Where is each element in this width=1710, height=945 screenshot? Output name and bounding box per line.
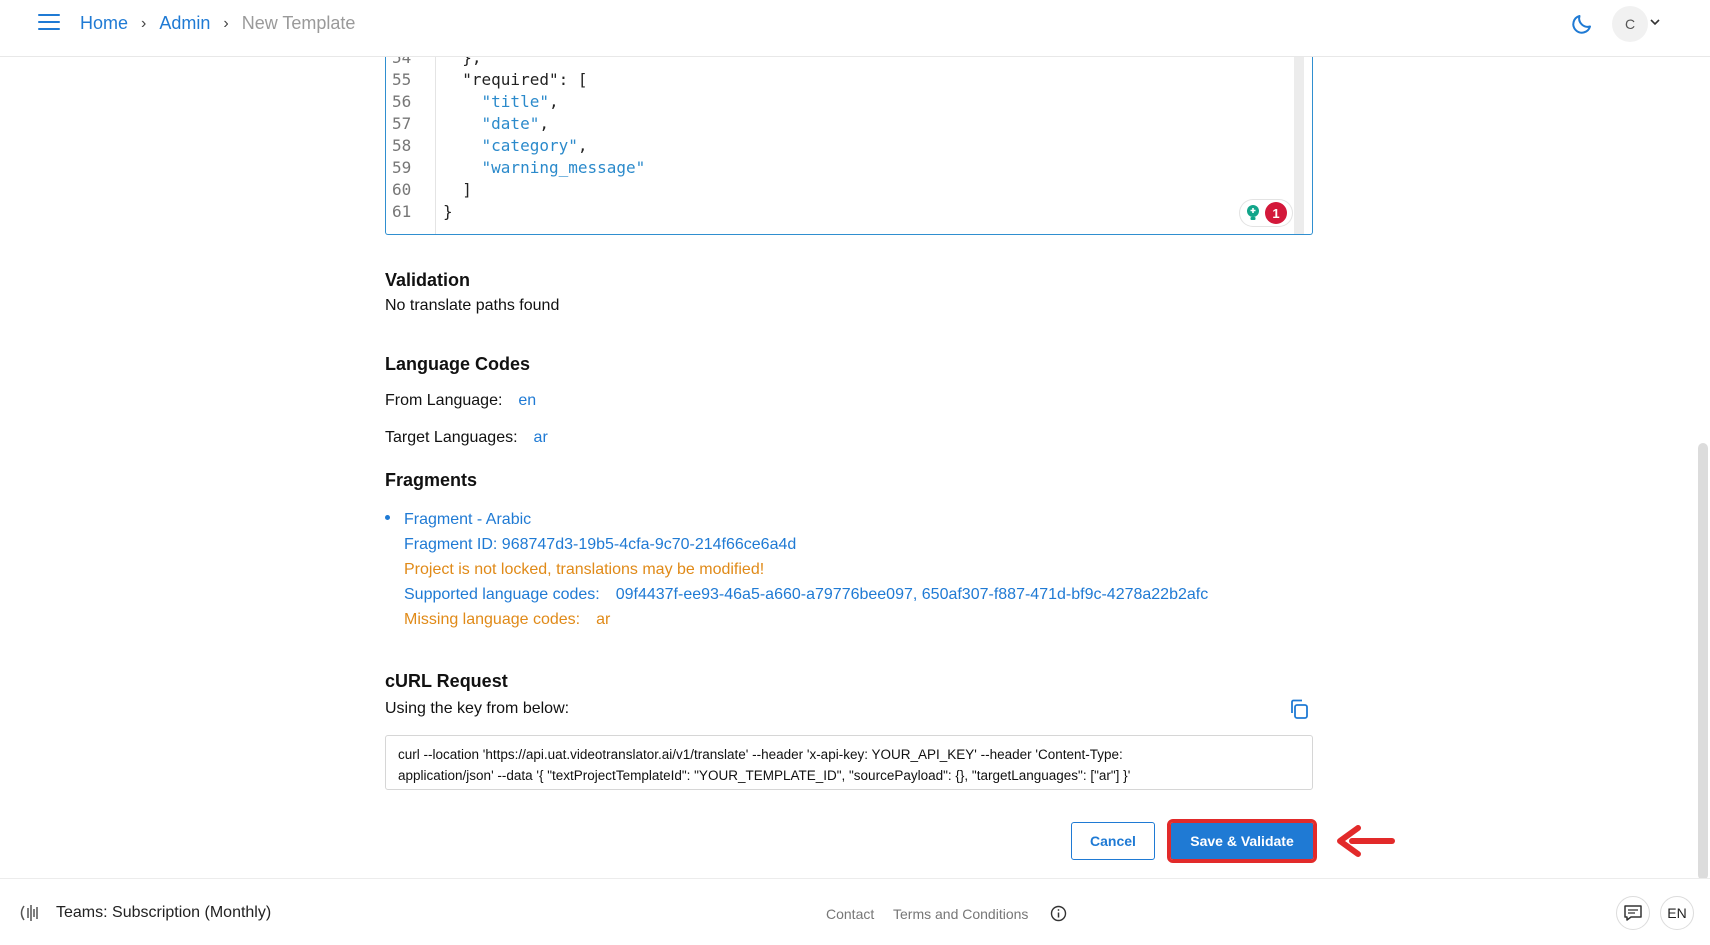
code-string: "category"	[481, 136, 578, 155]
curl-line-1: curl --location 'https://api.uat.videotr…	[398, 747, 1123, 762]
target-languages-value: ar	[533, 429, 548, 446]
editor-diagnostics-badge[interactable]: 1	[1240, 200, 1292, 226]
hamburger-menu-icon[interactable]	[38, 14, 60, 32]
from-language-row: From Language: en	[385, 392, 536, 410]
code-token: },	[443, 57, 482, 67]
chevron-down-icon[interactable]	[1650, 18, 1660, 26]
json-code-editor[interactable]: 54 }, 55 "required": [ 56 "title", 57 "date…	[385, 57, 1313, 235]
line-number: 55	[392, 70, 412, 89]
fragment-lock-warning: Project is not locked, translations may …	[404, 561, 765, 578]
code-token: "required": [	[443, 70, 588, 89]
missing-language-codes-value: ar	[596, 611, 611, 628]
from-language-label: From Language:	[385, 392, 503, 409]
from-language-value: en	[518, 392, 537, 409]
curl-line-2: application/json' --data '{ "textProject…	[398, 768, 1131, 783]
chevron-right-icon: ›	[223, 14, 229, 32]
cancel-button[interactable]: Cancel	[1071, 822, 1155, 860]
arrow-left-icon	[1337, 825, 1395, 857]
code-text: }	[443, 201, 453, 223]
code-text: "date",	[443, 113, 549, 135]
code-string: "date"	[481, 114, 540, 133]
team-logo-icon	[20, 905, 38, 921]
fragment-id: Fragment ID: 968747d3-19b5-4cfa-9c70-214…	[404, 536, 797, 553]
code-text: ]	[443, 179, 472, 201]
line-number: 54	[392, 57, 412, 67]
code-text: },	[443, 57, 482, 69]
contact-link[interactable]: Contact	[826, 906, 874, 922]
top-header: Home › Admin › New Template C	[0, 0, 1710, 57]
breadcrumb-current: New Template	[241, 13, 356, 33]
missing-language-codes-row: Missing language codes: ar	[404, 611, 610, 629]
line-number: 57	[392, 114, 412, 133]
supported-language-codes-row: Supported language codes: 09f4437f-ee93-4…	[404, 586, 1208, 604]
missing-language-codes-label: Missing language codes:	[404, 611, 581, 628]
save-validate-button[interactable]: Save & Validate	[1167, 819, 1317, 863]
supported-language-codes-label: Supported language codes:	[404, 586, 600, 603]
code-token: ,	[539, 114, 549, 133]
info-icon[interactable]	[1050, 905, 1067, 922]
chat-button[interactable]	[1616, 896, 1650, 930]
supported-language-codes-value: 09f4437f-ee93-46a5-a660-a79776bee097, 65…	[615, 586, 1209, 603]
target-languages-row: Target Languages: ar	[385, 429, 548, 447]
avatar[interactable]: C	[1612, 6, 1648, 42]
code-text: "title",	[443, 91, 559, 113]
validation-message: No translate paths found	[385, 297, 560, 314]
code-string: "title"	[481, 92, 549, 111]
fragments-heading: Fragments	[385, 470, 478, 490]
code-token: ,	[577, 136, 588, 155]
breadcrumb: Home › Admin › New Template	[80, 13, 355, 34]
code-text: "required": [	[443, 69, 588, 91]
lightbulb-icon	[1247, 205, 1259, 220]
code-text: "warning_message"	[443, 157, 646, 179]
moon-icon[interactable]	[1570, 12, 1594, 36]
code-token: ]	[443, 180, 472, 199]
line-number: 59	[392, 158, 412, 177]
code-token: ,	[548, 92, 559, 111]
code-text: "category",	[443, 135, 588, 157]
line-number: 61	[392, 202, 412, 221]
line-number: 60	[392, 180, 412, 199]
error-count-badge: 1	[1265, 202, 1287, 224]
breadcrumb-admin[interactable]: Admin	[159, 13, 210, 34]
curl-description: Using the key from below:	[385, 700, 570, 717]
terms-link[interactable]: Terms and Conditions	[893, 906, 1028, 922]
code-string: "warning_message"	[481, 158, 646, 177]
chat-icon	[1624, 905, 1642, 921]
page-scrollbar[interactable]	[1698, 443, 1708, 880]
chevron-right-icon: ›	[141, 14, 147, 32]
line-number: 58	[392, 136, 412, 155]
footer: Teams: Subscription (Monthly) Contact Te…	[0, 878, 1710, 945]
curl-request-heading: cURL Request	[385, 671, 508, 691]
team-subscription-label: Teams: Subscription (Monthly)	[56, 904, 272, 921]
target-languages-label: Target Languages:	[385, 429, 518, 446]
editor-scrollbar[interactable]	[1294, 57, 1304, 234]
code-token: }	[443, 202, 453, 221]
list-bullet	[385, 515, 390, 520]
validation-heading: Validation	[385, 270, 471, 290]
language-codes-heading: Language Codes	[385, 354, 531, 374]
fragment-name[interactable]: Fragment - Arabic	[404, 511, 531, 529]
language-switch-button[interactable]: EN	[1660, 896, 1694, 930]
breadcrumb-home[interactable]: Home	[80, 13, 128, 34]
curl-command-box[interactable]: curl --location 'https://api.uat.videotr…	[385, 735, 1313, 790]
copy-icon[interactable]	[1288, 698, 1310, 720]
line-number: 56	[392, 92, 412, 111]
